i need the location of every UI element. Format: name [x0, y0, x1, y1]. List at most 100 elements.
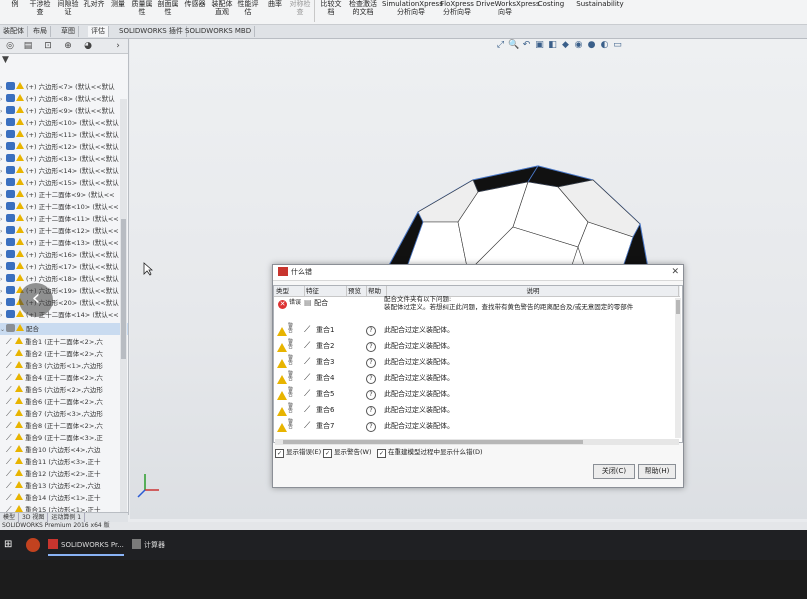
- view-settings-icon[interactable]: ▭: [612, 40, 623, 51]
- list-horizontal-scrollbar[interactable]: [275, 439, 679, 445]
- error-row[interactable]: ✕ 错误 ▤ 配合 配合文件夹有以下问题: 装配体过定义。若想纠正此问题，查找带…: [274, 295, 680, 321]
- check-active-document-button[interactable]: 检查激活 的文档: [346, 0, 380, 16]
- tree-item[interactable]: › (+) 正十二面体<12> (默认<<: [0, 225, 128, 237]
- tab-layout[interactable]: 布局: [30, 26, 51, 37]
- mate-item[interactable]: ⟋ 重合4 (正十二面体<2>,六: [0, 372, 128, 384]
- tab-sketch[interactable]: 草图: [58, 26, 79, 37]
- tree-scrollbar[interactable]: [120, 99, 127, 539]
- tree-item[interactable]: › (+) 六边形<9> (默认<<默认: [0, 105, 128, 117]
- list-hscroll-thumb[interactable]: [283, 440, 583, 444]
- tree-item[interactable]: › (+) 正十二面体<10> (默认<<: [0, 201, 128, 213]
- sensor-button[interactable]: 传感器: [182, 0, 208, 8]
- help-icon[interactable]: ?: [366, 342, 376, 352]
- tab-solidworks-addins[interactable]: SOLIDWORKS 插件: [116, 26, 187, 37]
- close-icon[interactable]: ✕: [671, 265, 679, 280]
- show-during-rebuild-checkbox[interactable]: ✓ 在重建模型过程中显示什么错(D): [377, 447, 483, 458]
- tree-item[interactable]: › (+) 六边形<17> (默认<<默认: [0, 261, 128, 273]
- assembly-visualization-button[interactable]: 装配体 直观: [210, 0, 234, 16]
- performance-evaluation-button[interactable]: 性能评 估: [236, 0, 260, 16]
- previous-view-icon[interactable]: ↶: [521, 40, 532, 51]
- warning-row[interactable]: 警告 ⟋ 重合6? 此配合过定义装配体。: [274, 403, 680, 418]
- mate-item[interactable]: ⟋ 重合2 (正十二面体<2>,六: [0, 348, 128, 360]
- zoom-area-icon[interactable]: 🔍: [508, 40, 519, 51]
- help-icon[interactable]: ?: [366, 422, 376, 432]
- col-feature[interactable]: 特征: [304, 286, 347, 296]
- tab-evaluate[interactable]: 评估: [88, 26, 109, 37]
- hole-alignment-button[interactable]: 孔对齐: [82, 0, 106, 8]
- costing-button[interactable]: Costing: [536, 0, 566, 8]
- mate-item[interactable]: ⟋ 重合9 (正十二面体<3>,正: [0, 432, 128, 444]
- tree-item[interactable]: › (+) 六边形<18> (默认<<默认: [0, 273, 128, 285]
- hide-show-icon[interactable]: ◉: [573, 40, 584, 51]
- mate-item[interactable]: ⟋ 重合1 (正十二面体<2>,六: [0, 336, 128, 348]
- compare-documents-button[interactable]: 比较文 档: [318, 0, 344, 16]
- taskbar-calculator[interactable]: 计算器: [132, 536, 192, 554]
- configurationmanager-tab-icon[interactable]: ⊡: [40, 40, 56, 52]
- taskbar-solidworks[interactable]: SOLIDWORKS Pr...: [48, 536, 124, 556]
- tree-item[interactable]: › (+) 六边形<8> (默认<<默认: [0, 93, 128, 105]
- help-icon[interactable]: ?: [366, 326, 376, 336]
- tree-item[interactable]: › (+) 正十二面体<13> (默认<<: [0, 237, 128, 249]
- mate-item[interactable]: ⟋ 重合6 (正十二面体<2>,六: [0, 396, 128, 408]
- mate-item[interactable]: ⟋ 重合13 (六边形<2>,六边: [0, 480, 128, 492]
- col-preview[interactable]: 预览: [346, 286, 367, 296]
- simulationxpress-button[interactable]: SimulationXpress 分析向导: [382, 0, 443, 16]
- warning-row[interactable]: 警告 ⟋ 重合7? 此配合过定义装配体。: [274, 419, 680, 434]
- warning-row[interactable]: 警告 ⟋ 重合5? 此配合过定义装配体。: [274, 387, 680, 402]
- warning-row[interactable]: 警告 ⟋ 重合1? 此配合过定义装配体。: [274, 323, 680, 338]
- tree-item[interactable]: › (+) 六边形<16> (默认<<默认: [0, 249, 128, 261]
- edit-appearance-icon[interactable]: ●: [586, 40, 597, 51]
- filter-icon[interactable]: ▼: [2, 55, 9, 65]
- tree-item[interactable]: › (+) 六边形<12> (默认<<默认: [0, 141, 128, 153]
- show-warnings-checkbox[interactable]: ✓ 显示警告(W): [323, 447, 372, 458]
- mates-folder[interactable]: ⌄ 配合: [0, 323, 128, 335]
- driveworksxpress-button[interactable]: DriveWorksXpress 向导: [476, 0, 540, 16]
- measure-button[interactable]: 测量: [108, 0, 128, 8]
- tree-item[interactable]: › (+) 正十二面体<11> (默认<<: [0, 213, 128, 225]
- mate-item[interactable]: ⟋ 重合12 (六边形<2>,正十: [0, 468, 128, 480]
- help-icon[interactable]: ?: [366, 390, 376, 400]
- tree-item[interactable]: › (+) 六边形<7> (默认<<默认: [0, 81, 128, 93]
- col-type[interactable]: 类型: [274, 286, 305, 296]
- ribbon-item-0[interactable]: 例: [8, 0, 22, 8]
- symmetry-check-button[interactable]: 对称检 查: [288, 0, 312, 16]
- help-icon[interactable]: ?: [366, 406, 376, 416]
- view-orientation-icon[interactable]: ◧: [547, 40, 558, 51]
- mate-item[interactable]: ⟋ 重合7 (六边形<3>,六边形: [0, 408, 128, 420]
- warning-row[interactable]: 警告 ⟋ 重合3? 此配合过定义装配体。: [274, 355, 680, 370]
- interference-check-button[interactable]: 干涉检 查: [26, 0, 54, 16]
- dimxpertmanager-tab-icon[interactable]: ⊕: [60, 40, 76, 52]
- mate-item[interactable]: ⟋ 重合5 (六边形<2>,六边形: [0, 384, 128, 396]
- tree-item[interactable]: › (+) 六边形<15> (默认<<默认: [0, 177, 128, 189]
- sustainability-button[interactable]: Sustainability: [574, 0, 626, 8]
- tree-item[interactable]: › (+) 六边形<13> (默认<<默认: [0, 153, 128, 165]
- mate-item[interactable]: ⟋ 重合8 (正十二面体<2>,六: [0, 420, 128, 432]
- list-vertical-scrollbar[interactable]: [675, 298, 681, 438]
- tree-item[interactable]: › (+) 六边形<10> (默认<<默认: [0, 117, 128, 129]
- help-button[interactable]: 帮助(H): [638, 464, 676, 479]
- mass-properties-button[interactable]: 质量属 性: [130, 0, 154, 16]
- chevron-left-icon[interactable]: ‹: [19, 283, 53, 317]
- featuremanager-tab-icon[interactable]: ◎: [2, 40, 18, 52]
- windows-start-icon[interactable]: ⊞: [4, 536, 18, 554]
- curvature-button[interactable]: 曲率: [264, 0, 286, 8]
- tree-item[interactable]: › (+) 六边形<11> (默认<<默认: [0, 129, 128, 141]
- tree-item[interactable]: › (+) 正十二面体<9> (默认<<: [0, 189, 128, 201]
- mate-item[interactable]: ⟋ 重合3 (六边形<1>,六边形: [0, 360, 128, 372]
- apply-scene-icon[interactable]: ◐: [599, 40, 610, 51]
- mate-item[interactable]: ⟋ 重合11 (六边形<3>,正十: [0, 456, 128, 468]
- clearance-check-button[interactable]: 间隙验 证: [56, 0, 80, 16]
- floxpress-button[interactable]: FloXpress 分析向导: [440, 0, 474, 16]
- tree-scrollbar-thumb[interactable]: [121, 219, 126, 359]
- warning-row[interactable]: 警告 ⟋ 重合2? 此配合过定义装配体。: [274, 339, 680, 354]
- close-button[interactable]: 关闭(C): [593, 464, 635, 479]
- chevron-right-icon[interactable]: ›: [110, 40, 126, 52]
- list-vscroll-thumb[interactable]: [676, 300, 680, 314]
- warning-row[interactable]: 警告 ⟋ 重合4? 此配合过定义装配体。: [274, 371, 680, 386]
- tree-item[interactable]: › (+) 正十二面体<14> (默认<<: [0, 309, 128, 321]
- display-style-icon[interactable]: ◆: [560, 40, 571, 51]
- propertymanager-tab-icon[interactable]: ▤: [20, 40, 36, 52]
- help-icon[interactable]: ?: [366, 358, 376, 368]
- section-properties-button[interactable]: 剖面属 性: [156, 0, 180, 16]
- dialog-titlebar[interactable]: 什么错: [273, 265, 683, 281]
